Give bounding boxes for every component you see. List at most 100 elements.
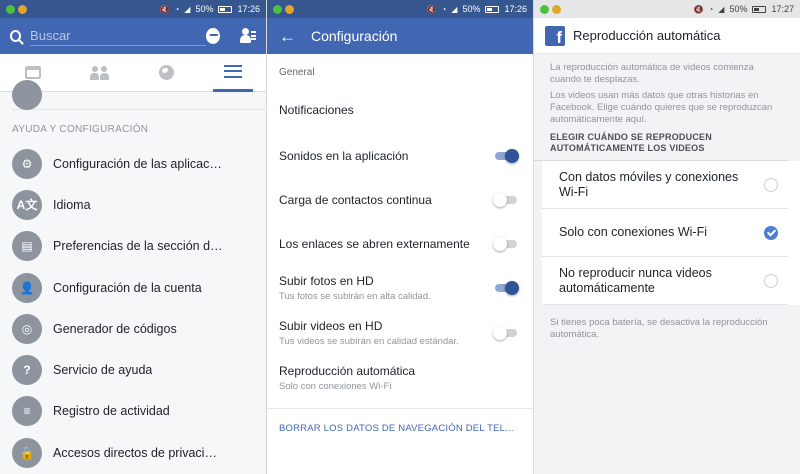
- setting-title: Sonidos en la aplicación: [279, 149, 409, 163]
- battery-footnote: Si tienes poca batería, se desactiva la …: [550, 317, 768, 340]
- upload-hd-videos-toggle[interactable]: [493, 326, 519, 340]
- back-arrow-icon[interactable]: ←: [279, 28, 296, 45]
- menu-item-language[interactable]: A文 Idioma: [0, 184, 266, 225]
- setting-title: Subir fotos en HD: [279, 274, 374, 288]
- tab-menu[interactable]: [212, 54, 253, 92]
- radio-unchecked[interactable]: [764, 273, 778, 288]
- menu-item-label: Preferencias de la sección de…: [53, 239, 223, 254]
- radio-unchecked[interactable]: [764, 177, 778, 192]
- clock: 17:27: [771, 4, 794, 14]
- setting-app-sounds[interactable]: Sonidos en la aplicación: [267, 134, 533, 178]
- option-never[interactable]: No reproducir nunca videos automáticamen…: [542, 257, 788, 305]
- signal-icon: ◢: [451, 4, 458, 14]
- page-title: Configuración: [311, 28, 398, 44]
- setting-subtitle: Tus fotos se subirán en alta calidad.: [279, 291, 431, 302]
- option-label: Con datos móviles y conexiones Wi-Fi: [559, 169, 739, 199]
- data-usage-description: Los videos usan más datos que otras hist…: [550, 90, 773, 125]
- battery-percent: 50%: [729, 4, 748, 14]
- setting-subtitle: Solo con conexiones Wi-Fi: [279, 381, 392, 392]
- menu-item-label: Registro de actividad: [53, 404, 170, 419]
- status-bar: 🔇 ◔ ◢ 50% 17:26: [0, 0, 266, 18]
- battery-percent: 50%: [195, 4, 214, 14]
- hamburger-menu-icon: [223, 64, 242, 78]
- setting-subtitle: Tus videos se subirán en calidad estánda…: [279, 336, 459, 347]
- app-sounds-toggle[interactable]: [493, 149, 519, 163]
- clear-browsing-data-link[interactable]: BORRAR LOS DATOS DE NAVEGACIÓN DEL TELÉF…: [267, 408, 533, 448]
- setting-notifications[interactable]: Notificaciones: [267, 86, 533, 134]
- activity-log-icon: ≡: [12, 396, 42, 427]
- setting-upload-hd-videos[interactable]: Subir videos en HD Tus videos se subirán…: [267, 310, 533, 356]
- menu-item-label: Configuración de la cuenta: [53, 280, 202, 295]
- battery-percent: 50%: [462, 4, 481, 14]
- battery-icon: [218, 5, 233, 13]
- option-mobile-and-wifi[interactable]: Con datos móviles y conexiones Wi-Fi: [542, 161, 788, 209]
- gear-icon: ⚙: [12, 148, 42, 179]
- option-label: Solo con conexiones Wi-Fi: [559, 225, 707, 239]
- options-header: ELEGIR CUÁNDO SE REPRODUCEN AUTOMÁTICAME…: [534, 132, 788, 161]
- help-settings-list: ⚙ Configuración de las aplicacio… A文 Idiom…: [0, 143, 266, 473]
- whatsapp-notification-icon: [273, 4, 282, 14]
- search-input[interactable]: [30, 26, 207, 46]
- mute-icon: 🔇: [426, 4, 437, 14]
- tab-friends[interactable]: [80, 58, 120, 88]
- top-app-bar: [0, 18, 266, 54]
- clock: 17:26: [237, 4, 260, 14]
- menu-item-help-center[interactable]: ? Servicio de ayuda: [0, 349, 266, 390]
- battery-icon: [752, 5, 767, 13]
- wifi-icon: ◔: [708, 4, 714, 14]
- option-label: No reproducir nunca videos automáticamen…: [559, 265, 712, 295]
- setting-upload-hd-photos[interactable]: Subir fotos en HD Tus fotos se subirán e…: [267, 266, 533, 310]
- contacts-icon[interactable]: [240, 28, 256, 44]
- status-bar: 🔇 ◔ ◢ 50% 17:26: [267, 0, 533, 18]
- search-icon[interactable]: [10, 30, 22, 42]
- tab-notifications[interactable]: [146, 58, 186, 88]
- menu-item-feed-preferences[interactable]: ▤ Preferencias de la sección de…: [0, 226, 266, 267]
- autoplay-description: La reproducción automática de videos com…: [550, 62, 754, 85]
- signal-icon: ◢: [718, 4, 725, 14]
- wifi-icon: ◔: [174, 4, 180, 14]
- code-generator-icon: ◎: [12, 313, 42, 344]
- menu-item-label: Accesos directos de privacidad: [53, 445, 223, 460]
- settings-app-bar: ← Configuración: [267, 18, 533, 54]
- section-title: General: [279, 67, 315, 78]
- menu-screen: 🔇 ◔ ◢ 50% 17:26 AYUDA Y CONFIGURACIÓN ⚙ C…: [0, 0, 266, 474]
- menu-item-label: Idioma: [53, 197, 91, 212]
- upload-hd-photos-toggle[interactable]: [493, 281, 519, 295]
- battery-icon: [485, 5, 500, 13]
- notification-icon: [18, 4, 27, 14]
- mute-icon: 🔇: [159, 4, 170, 14]
- setting-title: Notificaciones: [279, 103, 354, 117]
- setting-autoplay[interactable]: Reproducción automática Solo con conexio…: [267, 356, 533, 400]
- setting-title: Carga de contactos continua: [279, 193, 432, 207]
- menu-item-code-generator[interactable]: ◎ Generador de códigos: [0, 308, 266, 349]
- help-icon: ?: [12, 355, 42, 386]
- menu-item-app-settings[interactable]: ⚙ Configuración de las aplicacio…: [0, 143, 266, 184]
- tab-bar: [0, 54, 266, 92]
- menu-item-account-settings[interactable]: 👤 Configuración de la cuenta: [0, 267, 266, 308]
- notification-icon: [552, 4, 561, 14]
- account-settings-icon: 👤: [12, 272, 42, 303]
- autoplay-options: Con datos móviles y conexiones Wi-Fi Sol…: [542, 161, 800, 305]
- mute-icon: 🔇: [693, 4, 704, 14]
- menu-item-label: Servicio de ayuda: [53, 363, 153, 378]
- option-wifi-only[interactable]: Solo con conexiones Wi-Fi: [542, 209, 788, 257]
- radio-checked-icon[interactable]: [764, 225, 778, 240]
- friends-icon: [89, 65, 110, 80]
- menu-item-activity-log[interactable]: ≡ Registro de actividad: [0, 391, 266, 432]
- setting-open-links-externally[interactable]: Los enlaces se abren externamente: [267, 222, 533, 266]
- autoplay-app-bar: f Reproducción automática: [534, 18, 800, 54]
- settings-screen: 🔇 ◔ ◢ 50% 17:26 ← Configuración General …: [266, 0, 533, 474]
- menu-item-privacy-shortcuts[interactable]: 🔒 Accesos directos de privacidad: [0, 432, 266, 473]
- whatsapp-notification-icon: [6, 4, 15, 14]
- page-title: Reproducción automática: [573, 28, 721, 43]
- messenger-icon[interactable]: [206, 28, 221, 44]
- language-icon: A文: [12, 189, 42, 220]
- open-links-externally-toggle[interactable]: [493, 237, 519, 251]
- autoplay-screen: 🔇 ◔ ◢ 50% 17:27 f Reproducción automátic…: [533, 0, 800, 474]
- setting-contact-upload[interactable]: Carga de contactos continua: [267, 178, 533, 222]
- contact-upload-toggle[interactable]: [493, 193, 519, 207]
- clock: 17:26: [504, 4, 527, 14]
- globe-icon: [158, 65, 174, 80]
- setting-title: Los enlaces se abren externamente: [279, 237, 470, 251]
- list-item-partial[interactable]: [12, 80, 266, 110]
